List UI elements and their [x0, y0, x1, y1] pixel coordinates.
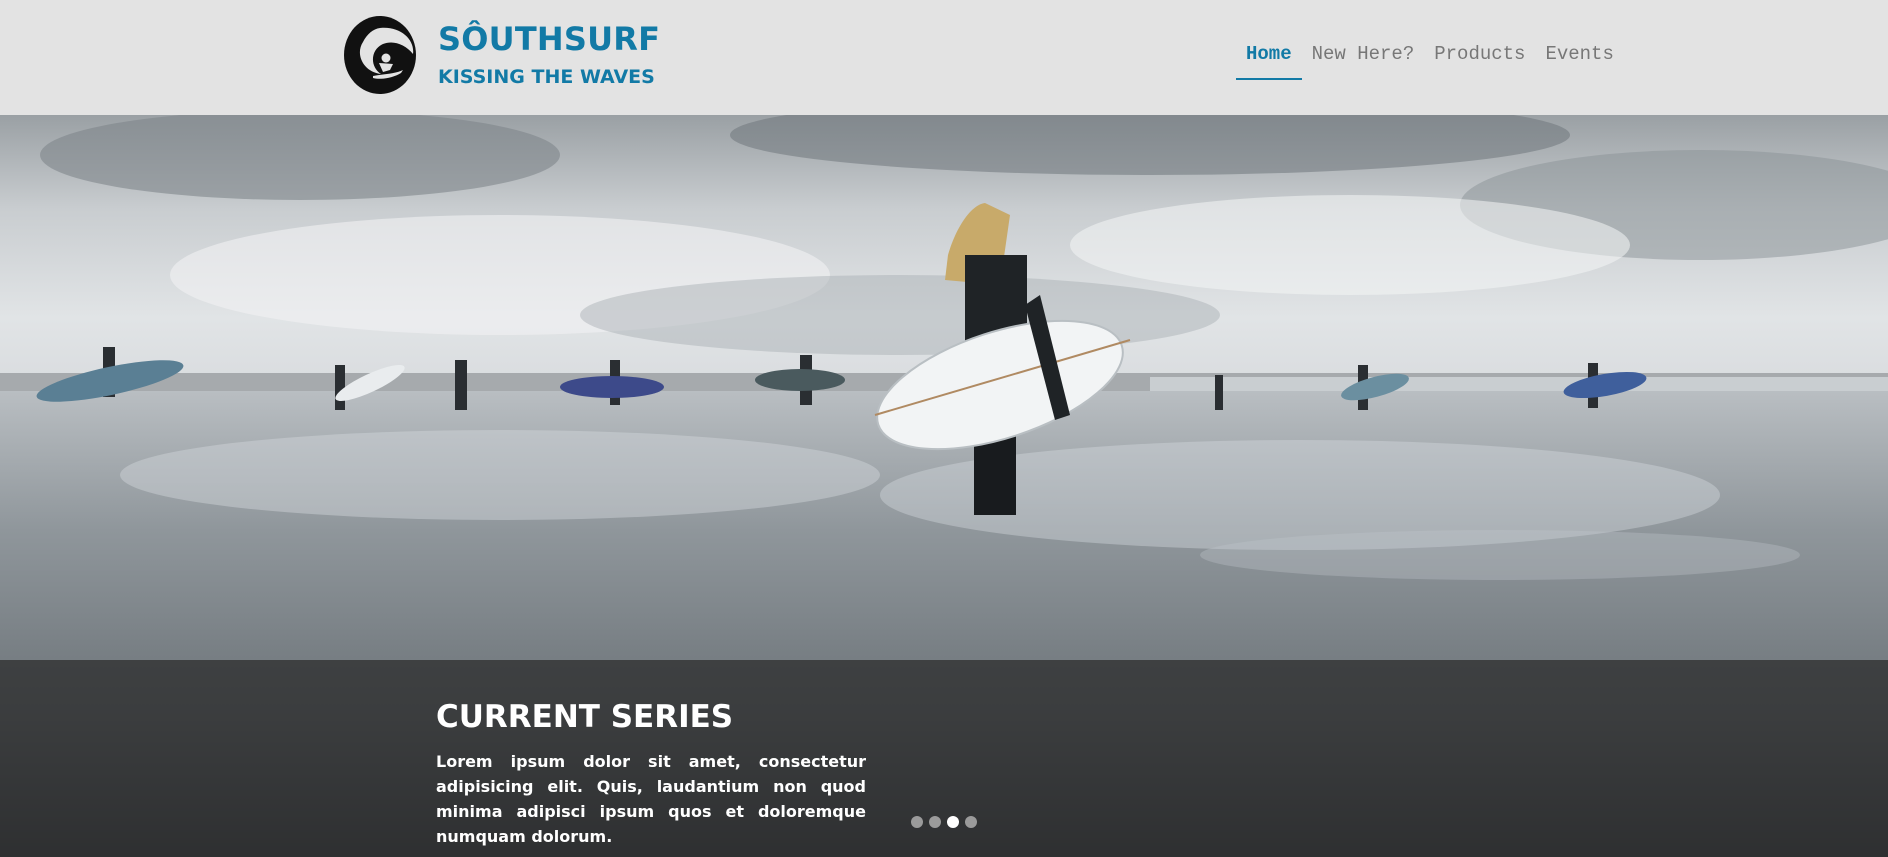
site-header: SÔUTHSURF KISSING THE WAVES Home New Her…: [0, 0, 1888, 115]
brand-name: SÔUTHSURF: [438, 20, 661, 58]
slider-dot-1[interactable]: [911, 816, 923, 828]
brand-tagline: KISSING THE WAVES: [438, 66, 655, 88]
main-nav: Home New Here? Products Events: [1236, 40, 1624, 80]
hero-slider: CURRENT SERIES Lorem ipsum dolor sit ame…: [0, 115, 1888, 857]
slider-dot-3[interactable]: [947, 816, 959, 828]
brand-logo-link[interactable]: SÔUTHSURF KISSING THE WAVES: [343, 14, 660, 98]
caption-title: CURRENT SERIES: [436, 699, 734, 735]
nav-item-home[interactable]: Home: [1236, 40, 1302, 80]
caption-text: Lorem ipsum dolor sit amet, consectetur …: [436, 752, 866, 846]
surfer-wave-icon: [344, 16, 416, 94]
nav-item-products[interactable]: Products: [1424, 40, 1535, 78]
slider-dot-4[interactable]: [965, 816, 977, 828]
slider-indicators: [911, 816, 977, 828]
nav-item-events[interactable]: Events: [1535, 40, 1623, 78]
slider-dot-2[interactable]: [929, 816, 941, 828]
nav-item-new-here[interactable]: New Here?: [1302, 40, 1425, 78]
